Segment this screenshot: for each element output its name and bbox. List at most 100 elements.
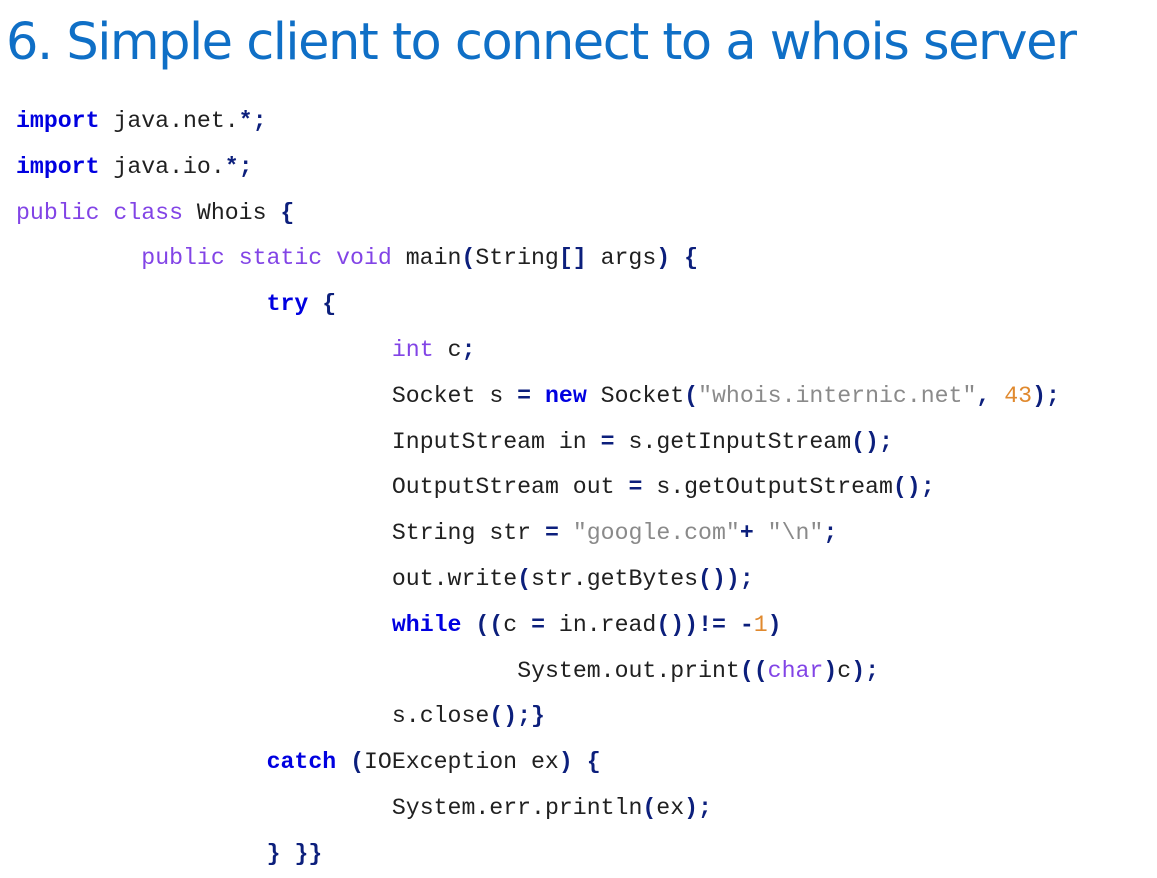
code-token: ();	[892, 474, 935, 501]
code-token: String	[475, 245, 559, 272]
code-token: (	[461, 245, 476, 272]
code-token: static	[238, 245, 323, 272]
code-token: new	[545, 382, 587, 409]
code-token: }	[266, 840, 281, 867]
code-token: *;	[224, 153, 253, 180]
code-token: catch	[266, 749, 337, 776]
code-token: )	[558, 749, 573, 776]
code-token: ());	[698, 565, 754, 592]
code-token: "google.com"	[572, 520, 740, 547]
code-token: while	[391, 611, 462, 638]
code-token: ex	[531, 749, 559, 776]
code-token: int	[391, 336, 434, 363]
code-token: Socket	[391, 382, 476, 409]
code-token: c	[503, 611, 518, 638]
code-token: =	[517, 382, 532, 409]
code-token: InputStream	[391, 428, 545, 455]
code-line: public static void main(String[] args) {	[16, 236, 1060, 282]
code-token: +	[739, 520, 754, 547]
code-token: =	[628, 474, 643, 501]
code-token: ((	[475, 611, 504, 638]
code-line: InputStream in = s.getInputStream();	[16, 420, 1060, 466]
code-token: );	[684, 794, 712, 821]
code-token: {	[280, 199, 295, 226]
code-token: (	[350, 749, 365, 776]
code-token: []	[558, 245, 587, 272]
code-token: out.write	[391, 565, 518, 592]
code-token: java.io.	[113, 153, 225, 180]
code-token: =	[600, 428, 615, 455]
code-token: public	[16, 199, 100, 226]
code-token: Socket	[600, 382, 685, 409]
code-line: System.err.println(ex);	[16, 786, 1060, 832]
code-token: =	[531, 611, 545, 638]
code-token: s.getOutputStream	[656, 474, 893, 501]
code-token: class	[113, 199, 183, 226]
code-token: s	[489, 382, 504, 409]
code-token: ex	[656, 794, 685, 821]
code-line: while ((c = in.read())!= -1)	[16, 603, 1060, 649]
code-token: {	[586, 749, 601, 776]
code-token: public	[141, 245, 225, 272]
code-token: c	[837, 657, 852, 684]
code-token: ;	[823, 520, 838, 547]
code-token: main	[405, 245, 462, 272]
code-token: IOException	[364, 749, 518, 776]
code-token: OutputStream	[391, 474, 559, 501]
code-line: out.write(str.getBytes());	[16, 557, 1060, 603]
code-token: ,	[976, 382, 991, 409]
code-line: import java.net.*;	[16, 99, 1060, 145]
code-line: s.close();}	[16, 694, 1060, 740]
code-token: *;	[238, 108, 267, 134]
code-token: -	[739, 611, 754, 638]
code-token: ((	[739, 657, 768, 684]
code-token: (	[642, 794, 657, 821]
code-line: public class Whois {	[16, 191, 1060, 237]
code-line: import java.io.*;	[16, 145, 1060, 191]
code-line: catch (IOException ex) {	[16, 740, 1060, 786]
code-token: try	[266, 291, 309, 318]
code-token: args	[600, 245, 657, 272]
code-token: =	[544, 520, 559, 547]
code-token: {	[322, 291, 337, 318]
code-token: }}	[294, 840, 323, 867]
code-token: )	[823, 657, 838, 684]
code-token: )	[767, 611, 782, 638]
code-token: );	[851, 657, 880, 684]
code-token: System.out.print	[517, 657, 740, 684]
code-token: (	[517, 565, 532, 592]
code-block: import java.net.*; import java.io.*; publi…	[16, 99, 1060, 878]
code-line: int c;	[16, 328, 1060, 374]
code-token: ();	[851, 428, 893, 455]
code-token: ();}	[489, 703, 545, 730]
code-token: "\n"	[767, 520, 824, 547]
code-token: String	[391, 520, 476, 547]
